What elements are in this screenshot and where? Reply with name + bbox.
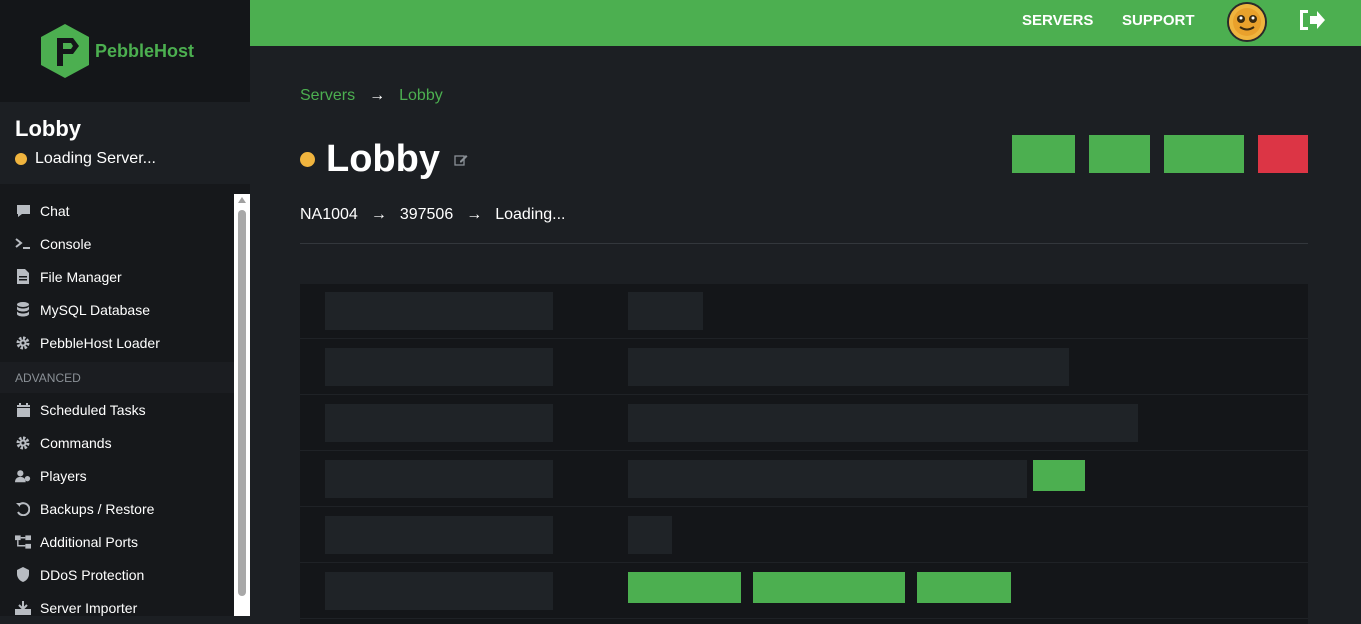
calendar-icon xyxy=(15,402,31,418)
skeleton-value xyxy=(628,460,1027,498)
database-icon xyxy=(15,302,31,318)
server-id: 397506 xyxy=(399,206,454,223)
scroll-up-arrow-icon[interactable] xyxy=(238,197,246,203)
sidebar-item-label: Backups / Restore xyxy=(40,500,155,517)
table-row xyxy=(300,564,1308,619)
gear-icon xyxy=(15,335,31,351)
nav-section-advanced: ADVANCED xyxy=(0,362,234,393)
sidebar-item-console[interactable]: Console xyxy=(0,227,234,260)
main-content: Servers → Lobby Lobby NA1004 → 397506 → … xyxy=(250,46,1361,624)
sidebar-item-label: Chat xyxy=(40,202,70,219)
sidebar-item-additional-ports[interactable]: Additional Ports xyxy=(0,525,234,558)
sidebar-scrollbar[interactable] xyxy=(234,194,250,616)
server-summary: Lobby Loading Server... xyxy=(0,102,250,184)
server-node: NA1004 xyxy=(300,206,358,223)
server-status-label: Loading Server... xyxy=(35,150,156,167)
sidebar-item-players[interactable]: Players xyxy=(0,459,234,492)
sidebar-item-label: Players xyxy=(40,467,87,484)
sidebar-item-label: Commands xyxy=(40,434,112,451)
path-arrow-icon: → xyxy=(466,206,483,223)
table-row xyxy=(300,284,1308,339)
terminal-icon xyxy=(15,236,31,252)
sidebar-item-ddos-protection[interactable]: DDoS Protection xyxy=(0,558,234,591)
sidebar-item-pebblehost-loader[interactable]: PebbleHost Loader xyxy=(0,326,234,359)
status-dot-icon xyxy=(15,153,27,165)
path-arrow-icon: → xyxy=(370,206,387,223)
server-info-table xyxy=(300,284,1308,624)
breadcrumb: Servers → Lobby xyxy=(300,87,443,105)
avatar-face-icon xyxy=(1229,4,1265,40)
copy-button[interactable] xyxy=(1033,460,1085,491)
sidebar-item-label: PebbleHost Loader xyxy=(40,334,160,351)
server-path-status: Loading... xyxy=(495,206,566,223)
status-dot-icon xyxy=(300,152,315,167)
shield-icon xyxy=(15,567,31,583)
sidebar-item-mysql-database[interactable]: MySQL Database xyxy=(0,293,234,326)
action-button-3[interactable] xyxy=(1164,135,1244,173)
pebblehost-logo-icon xyxy=(41,24,89,78)
history-icon xyxy=(15,501,31,517)
skeleton-label xyxy=(325,348,553,386)
skeleton-label xyxy=(325,292,553,330)
server-path: NA1004 → 397506 → Loading... xyxy=(300,206,566,224)
sidebar-item-server-importer[interactable]: Server Importer xyxy=(0,591,234,616)
gear-icon xyxy=(15,435,31,451)
sidebar-item-chat[interactable]: Chat xyxy=(0,194,234,227)
row-action-button-2[interactable] xyxy=(753,572,905,603)
file-icon xyxy=(15,269,31,285)
brand-logo-area[interactable]: PebbleHost xyxy=(0,0,250,102)
import-icon xyxy=(15,600,31,616)
scrollbar-thumb[interactable] xyxy=(238,210,246,596)
server-name: Lobby xyxy=(15,116,81,141)
table-row xyxy=(300,396,1308,451)
row-action-button-1[interactable] xyxy=(628,572,741,603)
breadcrumb-lobby[interactable]: Lobby xyxy=(399,87,443,105)
servers-link[interactable]: SERVERS xyxy=(1022,12,1093,29)
table-row xyxy=(300,508,1308,563)
sidebar-item-label: Scheduled Tasks xyxy=(40,401,146,418)
divider xyxy=(300,243,1308,244)
stop-button[interactable] xyxy=(1258,135,1308,173)
users-icon xyxy=(15,468,31,484)
support-link[interactable]: SUPPORT xyxy=(1122,12,1195,29)
sidebar-nav: Chat Console File Manager MySQL Database… xyxy=(0,194,234,616)
table-row xyxy=(300,452,1308,507)
row-action-button-3[interactable] xyxy=(917,572,1011,603)
action-button-1[interactable] xyxy=(1012,135,1075,173)
skeleton-label xyxy=(325,460,553,498)
table-row xyxy=(300,340,1308,395)
breadcrumb-servers[interactable]: Servers xyxy=(300,87,355,105)
user-avatar[interactable] xyxy=(1227,2,1267,42)
skeleton-label xyxy=(325,516,553,554)
top-navbar: SERVERS SUPPORT xyxy=(250,0,1361,46)
skeleton-value xyxy=(628,292,703,330)
sidebar-item-label: MySQL Database xyxy=(40,301,150,318)
chat-icon xyxy=(15,203,31,219)
skeleton-value xyxy=(628,348,1069,386)
brand-name: PebbleHost xyxy=(95,40,195,61)
sidebar-item-label: DDoS Protection xyxy=(40,566,145,583)
sidebar-item-backups-restore[interactable]: Backups / Restore xyxy=(0,492,234,525)
sidebar-item-scheduled-tasks[interactable]: Scheduled Tasks xyxy=(0,393,234,426)
skeleton-value xyxy=(628,516,672,554)
sidebar-item-label: Console xyxy=(40,235,92,252)
logout-icon[interactable] xyxy=(1298,7,1326,33)
skeleton-label xyxy=(325,404,553,442)
network-icon xyxy=(15,534,31,550)
sidebar-item-label: Server Importer xyxy=(40,599,138,616)
sidebar-item-label: File Manager xyxy=(40,268,122,285)
page-title-row: Lobby xyxy=(300,138,468,181)
sidebar: PebbleHost Lobby Loading Server... Chat … xyxy=(0,0,250,616)
skeleton-label xyxy=(325,572,553,610)
sidebar-item-commands[interactable]: Commands xyxy=(0,426,234,459)
breadcrumb-arrow-icon: → xyxy=(369,87,386,104)
edit-icon[interactable] xyxy=(454,153,468,167)
action-button-2[interactable] xyxy=(1089,135,1150,173)
page-title: Lobby xyxy=(326,138,440,180)
sidebar-item-label: Additional Ports xyxy=(40,533,139,550)
sidebar-item-file-manager[interactable]: File Manager xyxy=(0,260,234,293)
skeleton-value xyxy=(628,404,1138,442)
server-status: Loading Server... xyxy=(15,150,235,168)
